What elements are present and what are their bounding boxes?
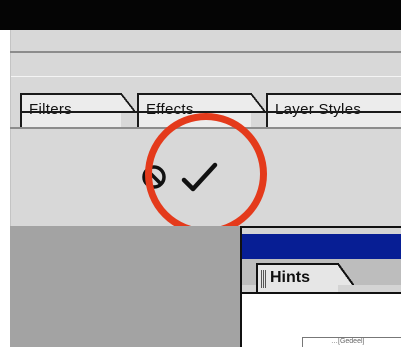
- palette-tab-row: Filters Effects Layer Styles: [20, 82, 401, 129]
- screen: Filters Effects Layer Styles Hints …[Ged…: [0, 0, 401, 347]
- commit-cancel-buttons: [140, 161, 240, 195]
- tab-hints-label: Hints: [270, 269, 310, 286]
- tab-filters[interactable]: Filters: [20, 93, 135, 127]
- tab-layer-styles[interactable]: Layer Styles: [266, 93, 401, 127]
- top-bar: [0, 0, 401, 30]
- palette-snippet: …[Gedeel]: [302, 337, 401, 347]
- checkmark-icon[interactable]: [181, 161, 219, 195]
- tab-row-baseline: [20, 111, 401, 113]
- tab-effects-label: Effects: [146, 101, 194, 118]
- hints-palette: Hints …[Gedeel]: [240, 226, 401, 347]
- tab-hints[interactable]: Hints: [256, 263, 354, 294]
- grip-icon: [261, 270, 267, 288]
- palette-title-bar[interactable]: [242, 234, 401, 259]
- cancel-icon[interactable]: [140, 161, 170, 193]
- tab-layer-styles-label: Layer Styles: [275, 101, 362, 118]
- tab-filters-label: Filters: [29, 101, 72, 118]
- tab-effects[interactable]: Effects: [137, 93, 265, 127]
